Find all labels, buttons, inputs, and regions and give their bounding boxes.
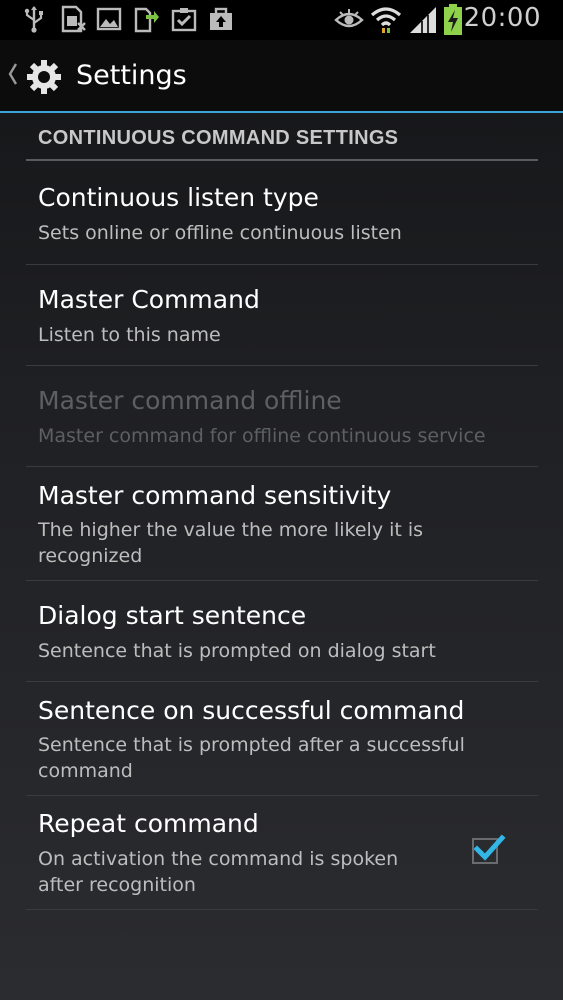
download-icon — [132, 5, 160, 33]
pref-title: Continuous listen type — [38, 183, 319, 212]
usb-icon — [22, 5, 46, 33]
pref-sentence-on-successful-command[interactable]: Sentence on successful command Sentence … — [26, 682, 538, 796]
battery-charging-icon — [443, 4, 463, 36]
briefcase-upload-icon — [207, 5, 235, 33]
eye-icon — [334, 8, 364, 32]
pref-dialog-start-sentence[interactable]: Dialog start sentence Sentence that is p… — [26, 581, 538, 682]
back-caret-icon[interactable] — [5, 61, 19, 91]
pref-master-command[interactable]: Master Command Listen to this name — [26, 265, 538, 366]
category-header: CONTINUOUS COMMAND SETTINGS — [26, 113, 538, 161]
page-title: Settings — [76, 60, 187, 91]
pref-summary: Sentence that is prompted after a succes… — [38, 734, 465, 782]
pref-title: Master Command — [38, 285, 260, 314]
pref-master-command-sensitivity[interactable]: Master command sensitivity The higher th… — [26, 467, 538, 581]
pref-title: Master command sensitivity — [38, 481, 392, 510]
settings-list: CONTINUOUS COMMAND SETTINGS Continuous l… — [26, 113, 538, 910]
pref-summary: On activation the command is spoken afte… — [38, 848, 399, 896]
wifi-icon — [370, 3, 402, 35]
repeat-command-checkbox[interactable] — [472, 834, 506, 864]
status-time: 20:00 — [463, 3, 541, 33]
pref-summary: Listen to this name — [38, 324, 221, 346]
action-bar: Settings — [0, 40, 563, 113]
pref-title: Dialog start sentence — [38, 601, 307, 630]
sim-card-icon — [60, 5, 86, 33]
pref-summary: Master command for offline continuous se… — [38, 425, 486, 447]
pref-master-command-offline: Master command offline Master command fo… — [26, 366, 538, 467]
pref-summary: Sentence that is prompted on dialog star… — [38, 640, 436, 662]
pref-summary: The higher the value the more likely it … — [38, 519, 424, 567]
pref-title: Sentence on successful command — [38, 696, 465, 725]
signal-icon — [408, 5, 438, 35]
pref-repeat-command[interactable]: Repeat command On activation the command… — [26, 796, 538, 910]
pref-summary: Sets online or offline continuous listen — [38, 222, 402, 244]
checkmark-icon — [473, 834, 506, 861]
pref-continuous-listen-type[interactable]: Continuous listen type Sets online or of… — [26, 161, 538, 265]
clipboard-check-icon — [170, 5, 198, 33]
status-bar: 20:00 — [0, 0, 563, 40]
pref-title: Master command offline — [38, 386, 342, 415]
gear-icon[interactable] — [26, 59, 62, 99]
image-icon — [96, 5, 122, 33]
pref-title: Repeat command — [38, 809, 259, 838]
